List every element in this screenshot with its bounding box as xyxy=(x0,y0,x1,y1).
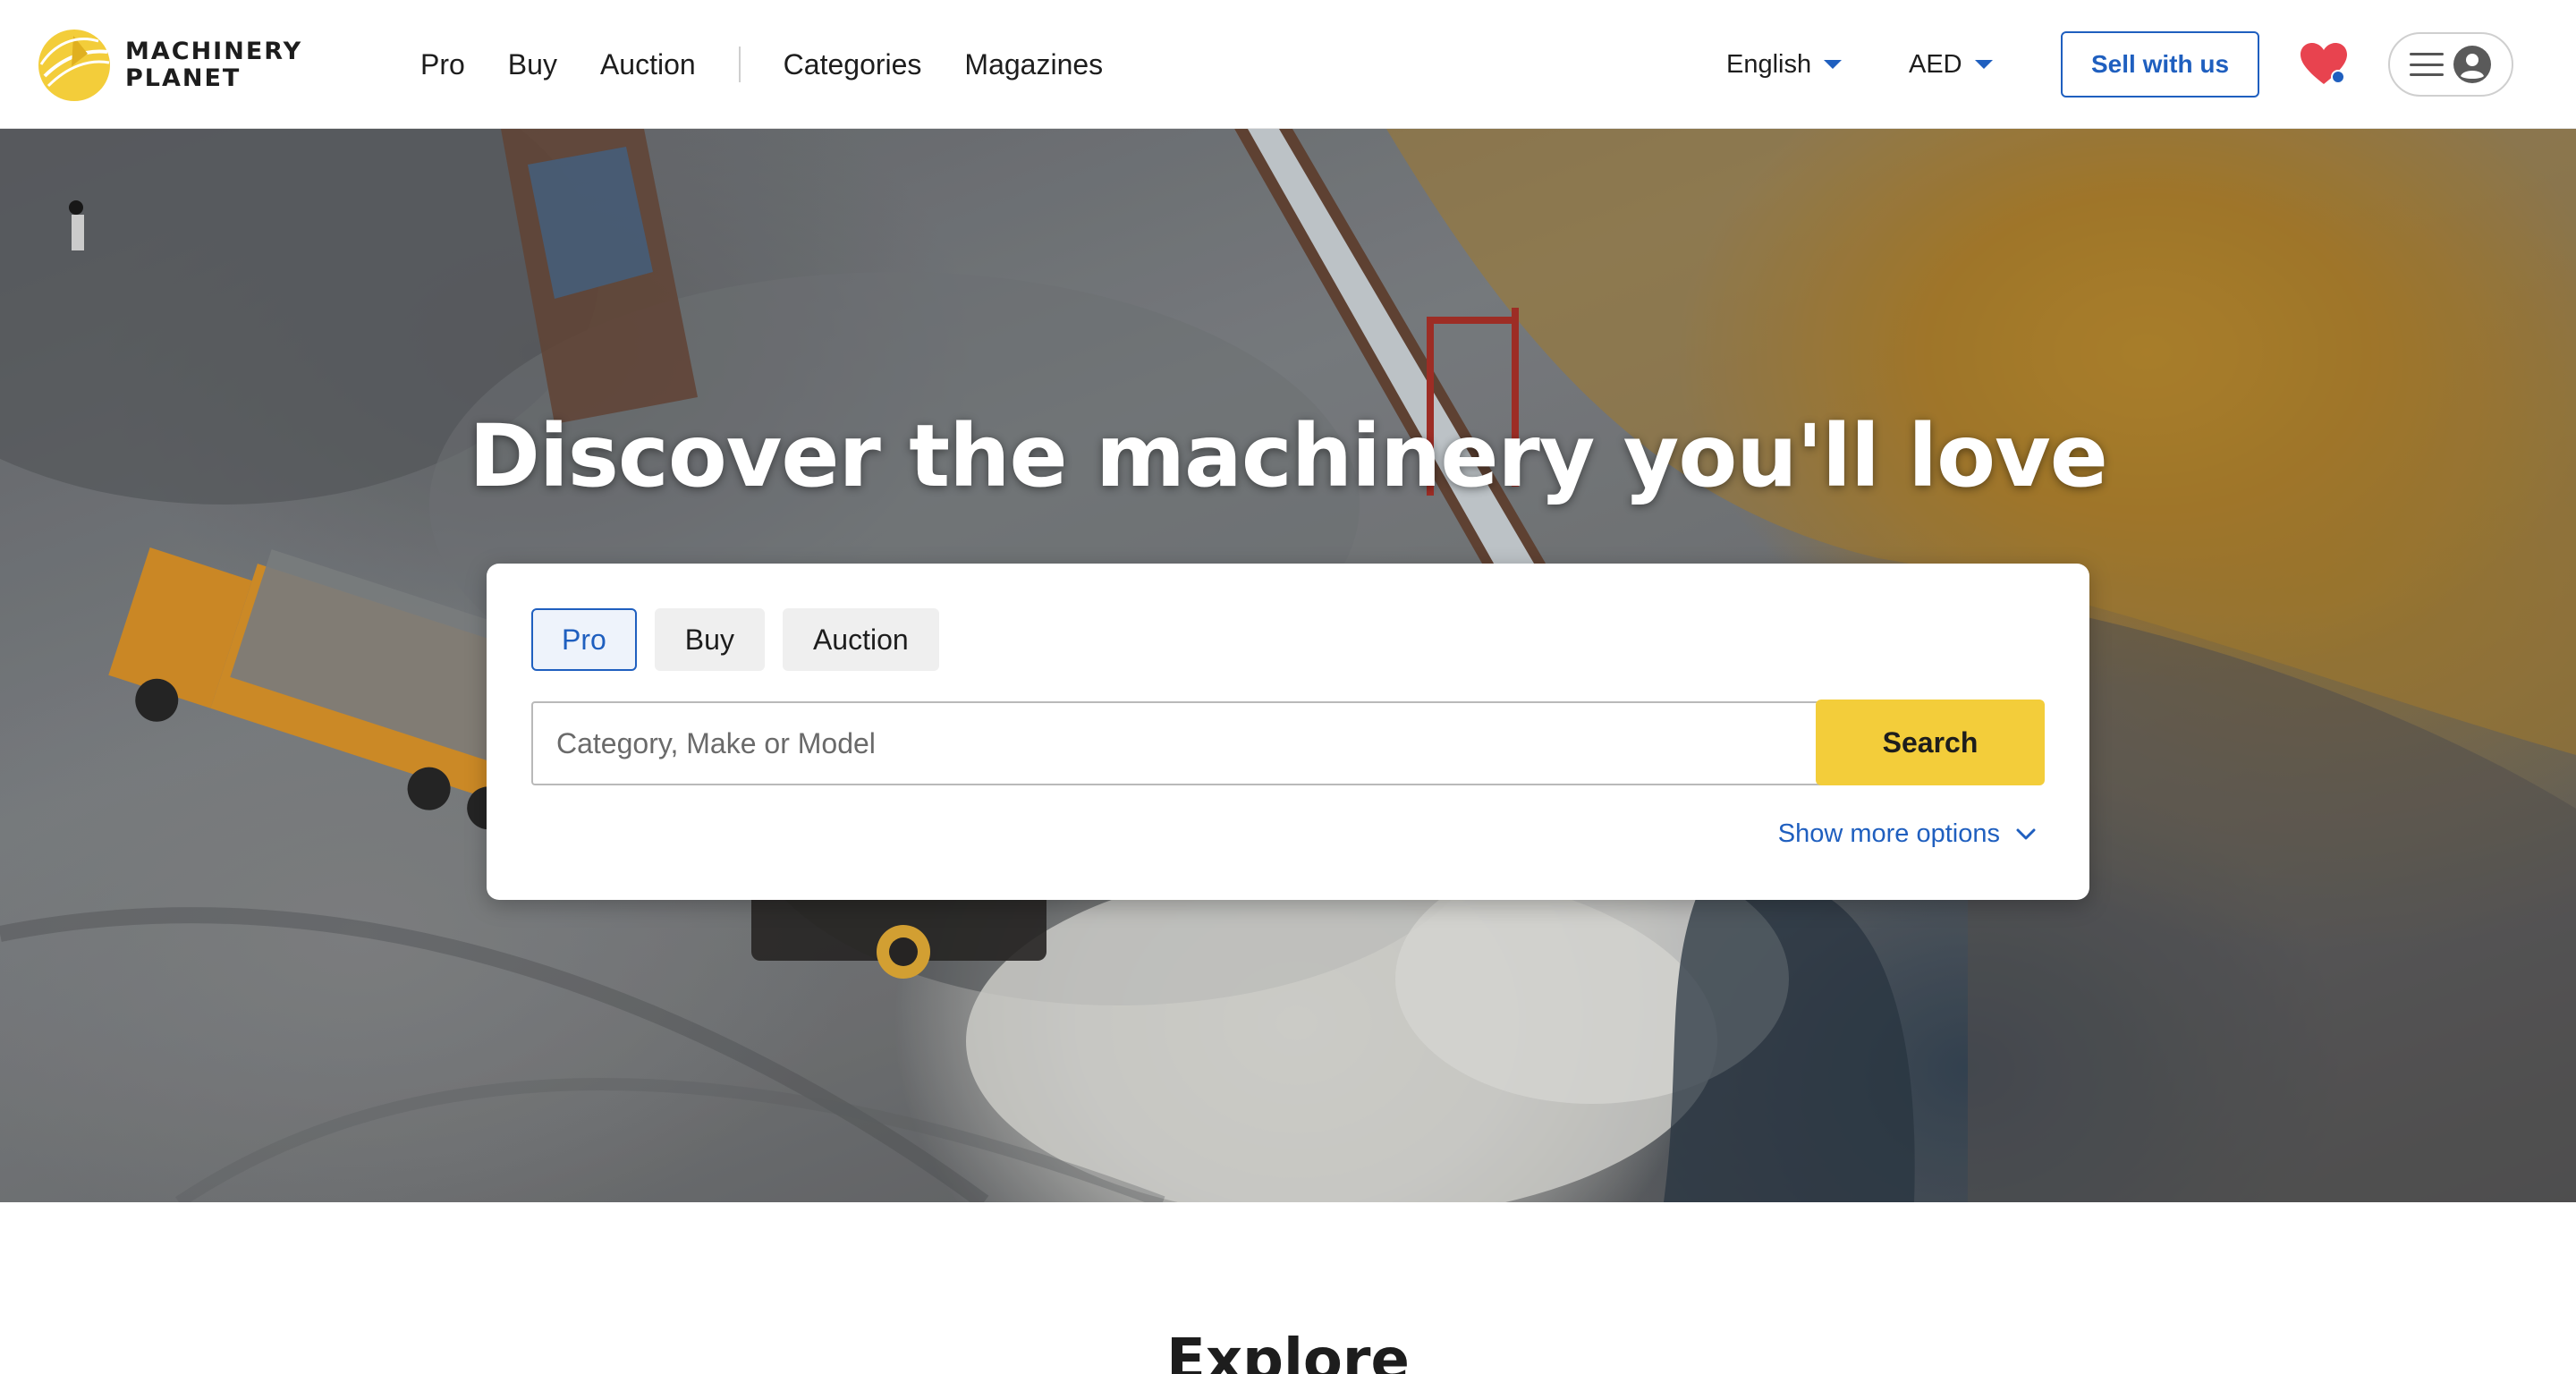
heart-icon xyxy=(2301,43,2347,84)
site-header: MACHINERY PLANET Pro Buy Auction Categor… xyxy=(0,0,2576,129)
main-nav: Pro Buy Auction Categories Magazines xyxy=(420,0,1146,129)
favorites-button[interactable] xyxy=(2299,41,2349,88)
language-selector[interactable]: English xyxy=(1726,0,1843,129)
nav-divider xyxy=(738,47,741,82)
search-panel: Pro Buy Auction Search Show more options xyxy=(487,564,2089,900)
hamburger-icon xyxy=(2410,53,2444,76)
nav-auction[interactable]: Auction xyxy=(600,48,696,81)
search-tab-auction[interactable]: Auction xyxy=(782,608,939,671)
nav-categories[interactable]: Categories xyxy=(784,48,922,81)
search-input[interactable] xyxy=(531,701,1825,785)
currency-value: AED xyxy=(1909,49,1962,79)
show-more-options-label: Show more options xyxy=(1777,819,2000,848)
nav-buy[interactable]: Buy xyxy=(508,48,557,81)
nav-magazines[interactable]: Magazines xyxy=(964,48,1103,81)
show-more-options-link[interactable]: Show more options xyxy=(1778,819,2036,849)
caret-down-icon xyxy=(1824,60,1843,69)
site-logo[interactable]: MACHINERY PLANET xyxy=(36,27,302,104)
logo-line-2: PLANET xyxy=(125,64,242,92)
search-button[interactable]: Search xyxy=(1816,700,2045,785)
logo-wordmark: MACHINERY PLANET xyxy=(125,38,302,92)
nav-pro[interactable]: Pro xyxy=(420,48,465,81)
account-menu-button[interactable] xyxy=(2388,32,2513,97)
planet-logo-icon xyxy=(38,30,110,101)
search-tab-pro[interactable]: Pro xyxy=(531,608,637,671)
sell-with-us-button[interactable]: Sell with us xyxy=(2061,31,2259,98)
currency-selector[interactable]: AED xyxy=(1909,0,1993,129)
chevron-down-icon xyxy=(2016,828,2036,839)
caret-down-icon xyxy=(1974,60,1993,69)
logo-line-1: MACHINERY xyxy=(125,38,303,65)
user-avatar-icon xyxy=(2453,46,2491,83)
explore-heading: Explore xyxy=(1166,1327,1410,1374)
search-tabs: Pro Buy Auction xyxy=(531,608,939,671)
hero-title: Discover the machinery you'll love xyxy=(469,406,2108,506)
search-tab-buy[interactable]: Buy xyxy=(654,608,765,671)
language-value: English xyxy=(1726,49,1812,79)
